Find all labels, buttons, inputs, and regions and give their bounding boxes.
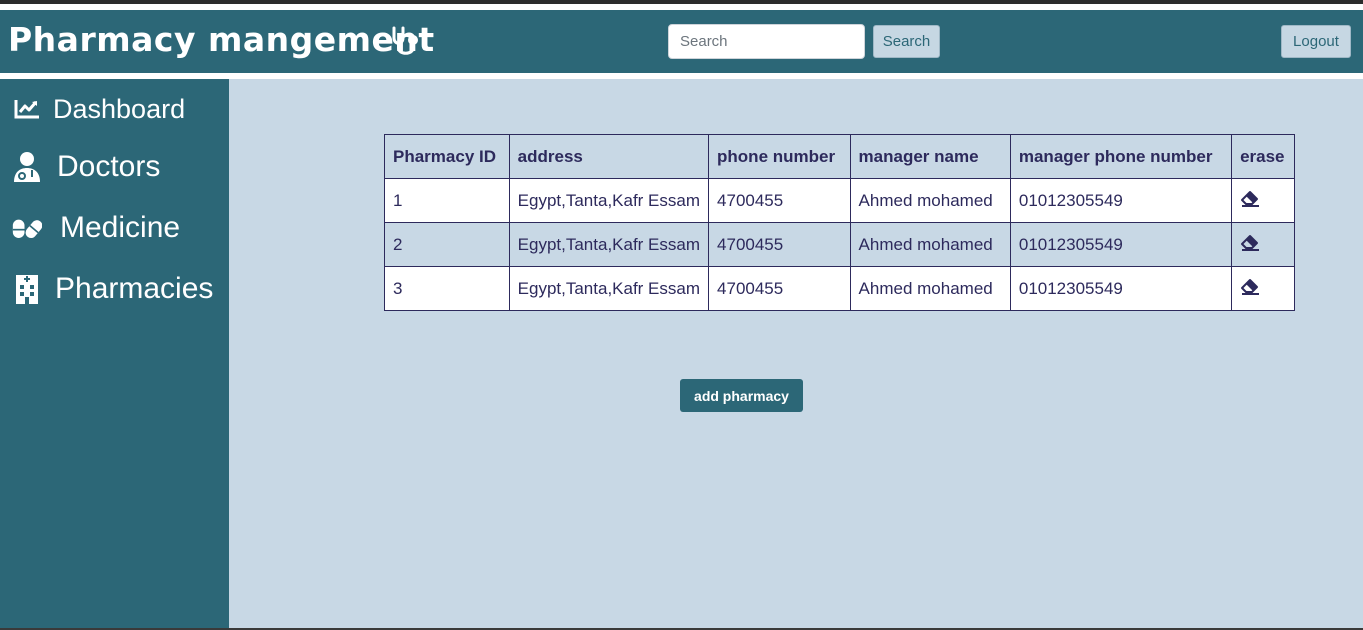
cell-pharmacy-id: 2: [384, 222, 510, 267]
cell-address: Egypt,Tanta,Kafr Essam: [508, 266, 710, 311]
sidebar-item-label: Doctors: [57, 150, 161, 183]
brand-title: Pharmacy mangement: [8, 20, 435, 59]
sidebar: Dashboard Doctors Medicine Pharmacies: [0, 79, 229, 630]
cell-phone: 4700455: [708, 178, 851, 223]
column-header: manager name: [849, 134, 1011, 179]
column-header: manager phone number: [1009, 134, 1233, 179]
pharmacies-table: Pharmacy ID address phone number manager…: [384, 134, 1295, 311]
column-header: address: [508, 134, 710, 179]
cell-manager: Ahmed mohamed: [849, 266, 1011, 311]
stethoscope-icon: [392, 26, 418, 55]
sidebar-item-dashboard[interactable]: Dashboard: [0, 84, 229, 134]
logout-button[interactable]: Logout: [1281, 25, 1351, 58]
main-content: Pharmacy ID address phone number manager…: [229, 79, 1363, 630]
table-row: 2 Egypt,Tanta,Kafr Essam 4700455 Ahmed m…: [384, 222, 1295, 267]
sidebar-item-label: Dashboard: [53, 93, 186, 124]
table-header-row: Pharmacy ID address phone number manager…: [384, 134, 1295, 179]
eraser-icon[interactable]: [1240, 277, 1260, 295]
cell-address: Egypt,Tanta,Kafr Essam: [508, 222, 710, 267]
chart-line-icon: [12, 94, 42, 124]
cell-manager-phone: 01012305549: [1009, 266, 1233, 311]
cell-address: Egypt,Tanta,Kafr Essam: [508, 178, 710, 223]
sidebar-item-label: Medicine: [60, 211, 181, 244]
cell-pharmacy-id: 3: [384, 266, 510, 311]
cell-manager: Ahmed mohamed: [849, 178, 1011, 223]
sidebar-item-medicine[interactable]: Medicine: [0, 203, 229, 253]
doctor-icon: [12, 152, 42, 182]
pills-icon: [12, 213, 42, 243]
sidebar-item-label: Pharmacies: [55, 272, 214, 305]
eraser-icon[interactable]: [1240, 233, 1260, 251]
table-row: 3 Egypt,Tanta,Kafr Essam 4700455 Ahmed m…: [384, 266, 1295, 311]
cell-phone: 4700455: [708, 266, 851, 311]
eraser-icon[interactable]: [1240, 189, 1260, 207]
cell-erase: [1231, 178, 1295, 223]
cell-manager-phone: 01012305549: [1009, 222, 1233, 267]
cell-manager: Ahmed mohamed: [849, 222, 1011, 267]
search-input[interactable]: [668, 24, 865, 59]
column-header: phone number: [708, 134, 851, 179]
cell-erase: [1231, 222, 1295, 267]
cell-pharmacy-id: 1: [384, 178, 510, 223]
cell-phone: 4700455: [708, 222, 851, 267]
sidebar-item-pharmacies[interactable]: Pharmacies: [0, 264, 229, 314]
column-header: erase: [1231, 134, 1295, 179]
navbar: Pharmacy mangement Search Logout: [0, 10, 1363, 73]
cell-manager-phone: 01012305549: [1009, 178, 1233, 223]
hospital-building-icon: [12, 274, 42, 304]
search-button[interactable]: Search: [873, 25, 940, 58]
cell-erase: [1231, 266, 1295, 311]
sidebar-item-doctors[interactable]: Doctors: [0, 142, 229, 192]
top-strip: [0, 0, 1363, 4]
column-header: Pharmacy ID: [384, 134, 510, 179]
add-pharmacy-button[interactable]: add pharmacy: [680, 379, 803, 412]
table-row: 1 Egypt,Tanta,Kafr Essam 4700455 Ahmed m…: [384, 178, 1295, 223]
